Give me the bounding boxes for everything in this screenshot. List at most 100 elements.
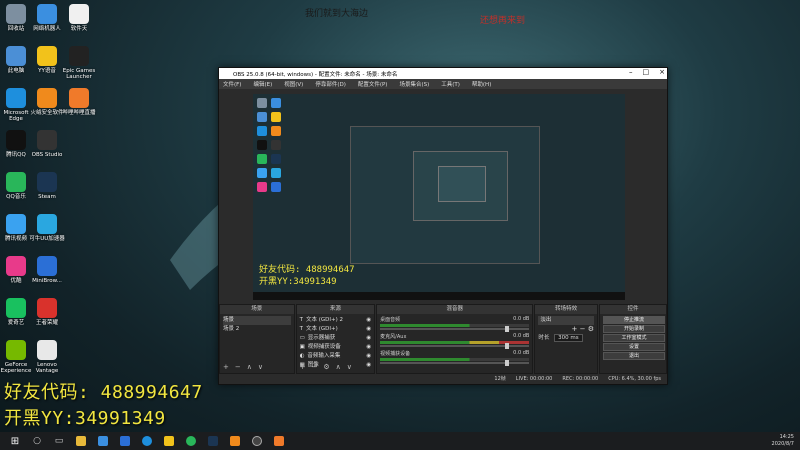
menu-item[interactable]: 视图(V) (284, 80, 303, 88)
status-live: LIVE: 00:00:00 (515, 376, 553, 382)
close-icon[interactable]: × (659, 68, 665, 76)
search-button[interactable]: ○ (30, 435, 44, 447)
app-icon (6, 214, 26, 234)
obs-title-bar[interactable]: OBS 25.0.8 (64-bit, windows) - 配置文件: 未命名… (219, 68, 667, 79)
menu-item[interactable]: 帮助(H) (472, 80, 491, 88)
taskbar-app-mail[interactable] (118, 435, 132, 447)
add-icon[interactable]: + (572, 325, 578, 333)
down-icon[interactable]: ∨ (347, 363, 352, 371)
edge-icon (142, 436, 152, 446)
desktop-icon[interactable]: Epic Games Launcher (60, 46, 98, 80)
desktop-icon[interactable]: OBS Studio (28, 130, 66, 158)
obs-preview[interactable]: 好友代码: 488994647 开黑YY:34991349 (253, 94, 625, 300)
desktop-icon[interactable]: 软件天 (60, 4, 98, 32)
source-item[interactable]: ▭ 显示器捕获 ◉ (300, 334, 372, 343)
taskbar-app-huorong[interactable] (228, 435, 242, 447)
eye-icon[interactable]: ◉ (366, 325, 371, 334)
menu-item[interactable]: 场景集合(S) (399, 80, 429, 88)
control-button[interactable]: 工作室模式 (603, 334, 665, 342)
preview-desktop-icons (257, 98, 281, 192)
channel-name: 桌面音频 (380, 317, 401, 323)
obs-title-text: OBS 25.0.8 (64-bit, windows) - 配置文件: 未命名… (233, 71, 398, 78)
desktop-icon[interactable]: 哔哩哔哩直播 (60, 88, 98, 116)
add-icon[interactable]: + (300, 363, 306, 371)
remove-icon[interactable]: − (311, 363, 317, 371)
source-item[interactable]: ◐ 音频输入采集 ◉ (300, 352, 372, 361)
source-type-icon: T (299, 326, 303, 332)
start-button[interactable]: ⊞ (8, 435, 22, 447)
app-icon (37, 88, 57, 108)
menu-item[interactable]: 文件(F) (223, 80, 241, 88)
store-icon (98, 436, 108, 446)
duration-input[interactable]: 300 ms (554, 334, 583, 342)
taskbar-app-bilibili[interactable] (272, 435, 286, 447)
channel-db: 0.0 dB (513, 333, 530, 339)
source-type-icon: ▣ (299, 344, 305, 350)
system-clock[interactable]: 14:25 2020/8/7 (772, 434, 794, 448)
sources-dock: 来源 T 文本 (GDI+) 2 ◉ T 文本 (GDI+) ◉ ▭ 显示器捕获 ◉ ▣ 视频捕获设… (295, 304, 376, 374)
eye-icon[interactable]: ◉ (366, 334, 371, 343)
desktop-icon-label: MiniBrow... (32, 278, 62, 284)
gear-icon[interactable]: ⚙ (323, 363, 329, 371)
scene-item[interactable]: 场景 2 (223, 325, 291, 334)
desktop-icon[interactable]: Lenovo Vantage (28, 340, 66, 374)
eye-icon[interactable]: ◉ (366, 343, 371, 352)
desktop-icon[interactable]: 王者荣耀 (28, 298, 66, 326)
taskbar-app-store[interactable] (96, 435, 110, 447)
desktop-icon[interactable]: 可牛UU加速器 (28, 214, 66, 242)
menu-item[interactable]: 工具(T) (441, 80, 460, 88)
maximize-icon[interactable]: □ (643, 68, 650, 76)
eye-icon[interactable]: ◉ (366, 316, 371, 325)
source-item[interactable]: ▣ 视频捕获设备 ◉ (300, 343, 372, 352)
volume-slider[interactable] (380, 343, 530, 349)
taskbar-app-obs[interactable] (250, 435, 264, 447)
preview-watermark: 好友代码: 488994647 开黑YY:34991349 (259, 265, 355, 287)
transition-select[interactable]: 淡出 (538, 316, 594, 325)
desktop-icon-label: OBS Studio (31, 152, 63, 158)
taskbar-app-steam[interactable] (206, 435, 220, 447)
taskbar-app-qqmusic[interactable] (184, 435, 198, 447)
control-button[interactable]: 退出 (603, 352, 665, 360)
taskbar-app-yy[interactable] (162, 435, 176, 447)
menu-item[interactable]: 编辑(E) (253, 80, 272, 88)
control-button[interactable]: 设置 (603, 343, 665, 351)
add-icon[interactable]: + (223, 363, 229, 371)
control-button[interactable]: 开始录制 (603, 325, 665, 333)
menu-item[interactable]: 停靠部件(D) (315, 80, 346, 88)
obs-docks: 场景 场景 场景 2 + − ∧ ∨ 来源 T 文本 (GDI+) 2 ◉ T 文本 (GDI+… (219, 304, 667, 374)
app-icon (69, 88, 89, 108)
taskbar: ⊞ ○ ▭ 14:25 2020/8/7 (0, 432, 800, 450)
minimize-icon[interactable]: – (629, 68, 633, 76)
wallpaper-text-top-right: 还想再来到 (480, 16, 526, 26)
source-item[interactable]: T 文本 (GDI+) ◉ (300, 325, 372, 334)
volume-slider[interactable] (380, 326, 530, 332)
remove-icon[interactable]: − (580, 325, 586, 333)
remove-icon[interactable]: − (235, 363, 241, 371)
source-item[interactable]: T 文本 (GDI+) 2 ◉ (300, 316, 372, 325)
desktop-icon-label: Steam (38, 194, 56, 200)
eye-icon[interactable]: ◉ (366, 352, 371, 361)
gear-icon[interactable]: ⚙ (588, 325, 594, 333)
scene-item[interactable]: 场景 (223, 316, 291, 325)
mixer-title: 混音器 (377, 305, 533, 314)
up-icon[interactable]: ∧ (336, 363, 341, 371)
obs-menu-bar: 文件(F) 编辑(E) 视图(V) 停靠部件(D) 配置文件(P) 场景集合(S) 工具(T… (219, 79, 667, 89)
control-button[interactable]: 停止推流 (603, 316, 665, 324)
app-icon (6, 46, 26, 66)
source-type-icon: T (299, 317, 303, 323)
taskbar-app-edge[interactable] (140, 435, 154, 447)
desktop-icon[interactable]: MiniBrow... (28, 256, 66, 284)
menu-item[interactable]: 配置文件(P) (358, 80, 388, 88)
desktop-icon-label: 王者荣耀 (35, 320, 58, 326)
up-icon[interactable]: ∧ (247, 363, 252, 371)
eye-icon[interactable]: ◉ (366, 361, 371, 370)
obs-window[interactable]: OBS 25.0.8 (64-bit, windows) - 配置文件: 未命名… (218, 67, 668, 385)
steam-icon (208, 436, 218, 446)
desktop-icon[interactable]: Steam (28, 172, 66, 200)
volume-slider[interactable] (380, 360, 530, 366)
taskbar-app-explorer[interactable] (74, 435, 88, 447)
source-type-icon: ▭ (299, 335, 305, 341)
task-view-button[interactable]: ▭ (52, 435, 66, 447)
app-icon (37, 46, 57, 66)
down-icon[interactable]: ∨ (258, 363, 263, 371)
